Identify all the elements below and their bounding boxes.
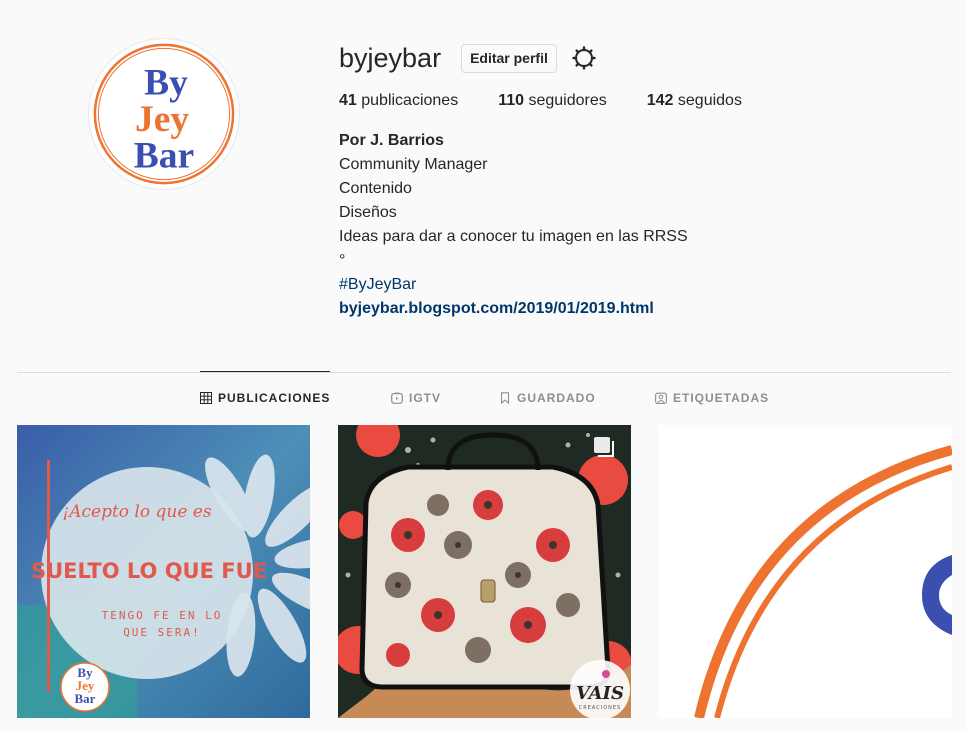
post-thumbnail[interactable] [659, 425, 952, 718]
tab-label: ETIQUETADAS [673, 391, 770, 405]
following-count[interactable]: 142 seguidos [647, 92, 742, 110]
post-quote-line1: ¡Acepto lo que es [62, 502, 211, 522]
bio-line: Ideas para dar a conocer tu imagen en la… [339, 228, 688, 245]
post-watermark: VAIS CREACIONES [570, 660, 630, 718]
posts-count-value: 41 [339, 92, 357, 109]
tag-person-icon [655, 392, 667, 404]
post-logo: By Jey Bar [60, 662, 110, 712]
bio-line: Community Manager [339, 156, 488, 173]
profile-stats: 41 publicaciones 110 seguidores 142 segu… [339, 92, 947, 110]
active-tab-indicator [200, 371, 330, 372]
tab-guardado[interactable]: GUARDADO [499, 391, 596, 405]
edit-profile-button[interactable]: Editar perfil [461, 43, 557, 73]
bio-hashtag-link[interactable]: #ByJeyBar [339, 273, 947, 297]
igtv-icon [391, 392, 403, 404]
posts-count: 41 publicaciones [339, 92, 458, 110]
post-quote-line2: SUELTO LO QUE FUE [31, 559, 267, 583]
grid-icon [200, 392, 212, 404]
svg-text:VAIS: VAIS [576, 683, 624, 704]
bio-website-link[interactable]: byjeybar.blogspot.com/2019/01/2019.html [339, 297, 947, 321]
avatar-logo-bar: Bar [134, 135, 194, 176]
avatar-logo-jey: Jey [135, 99, 189, 140]
bio-line: Contenido [339, 180, 412, 197]
profile-header: byjeybar Editar perfil 41 publicaciones … [339, 40, 947, 321]
tab-label: PUBLICACIONES [218, 391, 331, 405]
post-quote-line4: QUE SERA! [123, 626, 201, 639]
followers-count[interactable]: 110 seguidores [498, 92, 607, 110]
tab-label: GUARDADO [517, 391, 596, 405]
username: byjeybar [339, 42, 442, 73]
profile-bio: Por J. Barrios Community Manager Conteni… [339, 129, 947, 321]
followers-count-label: seguidores [528, 92, 607, 109]
bio-line: Diseños [339, 204, 397, 221]
bio-line: ° [339, 252, 346, 269]
following-count-label: seguidos [677, 92, 742, 109]
profile-tabs: PUBLICACIONES IGTV GUARDADO ETIQUETADAS [0, 391, 967, 407]
svg-text:Bar: Bar [75, 691, 96, 706]
following-count-value: 142 [646, 92, 674, 109]
profile-title-row: byjeybar Editar perfil [339, 40, 947, 76]
tab-etiquetadas[interactable]: ETIQUETADAS [655, 391, 769, 405]
post-thumbnail[interactable]: ¡Acepto lo que es SUELTO LO QUE FUE TENG… [17, 425, 310, 718]
profile-avatar[interactable]: By Jey Bar [88, 38, 240, 190]
tab-igtv[interactable]: IGTV [391, 391, 441, 405]
tabs-divider [17, 372, 951, 373]
post-thumbnail[interactable]: VAIS CREACIONES [338, 425, 631, 718]
avatar-logo-by: By [144, 62, 188, 103]
post-quote-line3: TENGO FE EN LO [102, 609, 223, 622]
byjeybar-logo: By Jey Bar [93, 43, 235, 185]
followers-count-value: 110 [498, 92, 525, 109]
gear-icon[interactable] [571, 45, 597, 71]
profile-full-name: Por J. Barrios [339, 132, 444, 149]
tab-label: IGTV [409, 391, 442, 405]
svg-text:CREACIONES: CREACIONES [579, 705, 621, 711]
bookmark-icon [500, 392, 510, 404]
tab-publicaciones[interactable]: PUBLICACIONES [200, 391, 330, 405]
posts-count-label: publicaciones [361, 92, 459, 109]
